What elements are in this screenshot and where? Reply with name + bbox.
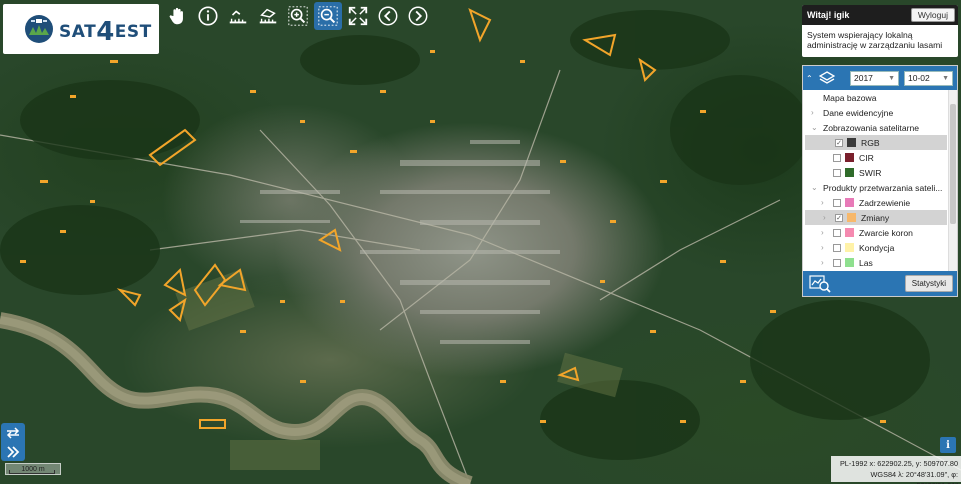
layer-checkbox[interactable]	[833, 153, 841, 162]
statistics-search-icon[interactable]	[809, 274, 831, 293]
satellite-globe-icon	[25, 15, 53, 43]
layer-checkbox[interactable]: ✓	[835, 213, 843, 222]
layer-color-swatch	[847, 213, 856, 222]
layer-tree-item[interactable]: ⌄ Zobrazowania satelitarne	[803, 120, 949, 135]
layer-tree-item[interactable]: › Kondycja	[803, 240, 949, 255]
map-toolbar	[164, 2, 432, 30]
chevron-right-icon[interactable]: ›	[821, 228, 833, 237]
layer-checkbox[interactable]	[833, 198, 841, 207]
layer-checkbox[interactable]	[833, 258, 841, 267]
user-greeting: Witaj! igik	[807, 10, 850, 20]
measure-area-button[interactable]	[254, 2, 282, 30]
layer-color-swatch	[845, 258, 854, 267]
layer-label: CIR	[859, 152, 874, 163]
layer-tree-item[interactable]: ⌄ Produkty przetwarzania sateli...	[803, 180, 949, 195]
zoom-out-button[interactable]	[314, 2, 342, 30]
layers-panel-footer: Statystyki	[803, 271, 957, 296]
hand-icon	[169, 7, 183, 25]
layer-tree-item[interactable]: › ✓ Zmiany	[805, 210, 947, 225]
zoom-in-button[interactable]	[284, 2, 312, 30]
chevron-right-icon[interactable]: ›	[823, 213, 835, 222]
layer-label: Kondycja	[859, 242, 895, 253]
layers-panel: ⌃ 2017 ▼ 10-02 ▼ Mapa bazowa › Dane ewidency…	[802, 65, 958, 297]
statistics-button[interactable]: Statystyki	[904, 275, 953, 292]
date-select[interactable]: 10-02 ▼	[904, 70, 953, 86]
layers-stack-icon	[819, 71, 835, 84]
layer-tree-item[interactable]: › Las	[803, 255, 949, 270]
chevron-down-icon[interactable]: ⌄	[811, 183, 823, 192]
layer-checkbox[interactable]	[833, 243, 841, 252]
scale-bar	[9, 470, 55, 474]
logo-wordmark: SAT4EST	[59, 17, 152, 47]
chevron-down-icon: ▼	[888, 74, 895, 82]
layer-tree-item[interactable]: CIR	[803, 150, 949, 165]
scrollbar-thumb[interactable]	[950, 104, 956, 224]
user-panel-header: Witaj! igik Wyloguj	[802, 5, 958, 25]
layer-color-swatch	[845, 198, 854, 207]
layers-panel-header: ⌃ 2017 ▼ 10-02 ▼	[803, 66, 957, 90]
layer-label: Zmiany	[861, 212, 890, 223]
ruler-line-icon	[229, 10, 247, 24]
layer-label: Dane ewidencyjne	[823, 107, 894, 118]
layer-label: Zadrzewienie	[859, 197, 911, 208]
layer-checkbox[interactable]	[833, 228, 841, 237]
chevron-right-icon[interactable]: ›	[821, 198, 833, 207]
layer-tree: Mapa bazowa › Dane ewidencyjne ⌄ Zobrazowani…	[803, 90, 949, 273]
layer-color-swatch	[845, 153, 854, 162]
layer-tree-item[interactable]: SWIR	[803, 165, 949, 180]
swap-arrows-icon[interactable]	[5, 426, 21, 439]
double-chevron-right-icon[interactable]	[6, 445, 20, 458]
measure-distance-button[interactable]	[224, 2, 252, 30]
coordinates-pl1992: PL-1992 x: 622902.25, y: 509707.80	[839, 459, 958, 468]
app-logo: SAT4EST	[3, 4, 159, 54]
coordinates-wgs84: WGS84 λ: 20°48'31.09", φ: 52°26'21.91"	[870, 470, 958, 484]
arrow-right-circle-icon	[408, 6, 428, 26]
chevron-down-icon: ▼	[942, 74, 949, 82]
layer-tree-scrollbar[interactable]	[948, 90, 957, 273]
layer-tree-item[interactable]: Mapa bazowa	[803, 90, 949, 105]
layer-color-swatch	[845, 243, 854, 252]
layer-label: SWIR	[859, 167, 882, 178]
previous-extent-button[interactable]	[374, 2, 402, 30]
info-tool-button[interactable]	[194, 2, 222, 30]
coordinates-readout: PL-1992 x: 622902.25, y: 509707.80 WGS84…	[831, 456, 961, 484]
collapse-chevron-icon[interactable]: ⌃	[806, 74, 816, 83]
layer-label: Zobrazowania satelitarne	[823, 122, 920, 133]
chevron-right-icon[interactable]: ›	[821, 258, 833, 267]
info-circle-icon	[198, 6, 218, 26]
pan-tool-button[interactable]	[164, 2, 192, 30]
layer-label: Zwarcie koron	[859, 227, 913, 238]
layer-checkbox[interactable]	[833, 168, 841, 177]
layer-tree-item[interactable]: › Zwarcie koron	[803, 225, 949, 240]
logout-button[interactable]: Wyloguj	[910, 8, 955, 22]
layer-tree-item[interactable]: ✓ RGB	[805, 135, 947, 150]
layer-color-swatch	[845, 168, 854, 177]
layer-color-swatch	[845, 228, 854, 237]
layer-label: Produkty przetwarzania sateli...	[823, 182, 943, 193]
chevron-right-icon[interactable]: ›	[821, 243, 833, 252]
full-extent-button[interactable]	[344, 2, 372, 30]
layer-color-swatch	[847, 138, 856, 147]
zoom-out-icon	[318, 6, 338, 26]
user-panel: Witaj! igik Wyloguj System wspierający l…	[802, 5, 958, 57]
chevron-down-icon[interactable]: ⌄	[811, 123, 823, 132]
layer-label: Mapa bazowa	[823, 92, 877, 103]
arrow-left-circle-icon	[378, 6, 398, 26]
layer-label: RGB	[861, 137, 880, 148]
system-description: System wspierający lokalną administrację…	[807, 30, 943, 50]
fullscreen-icon	[348, 6, 368, 26]
layer-tree-item[interactable]: › Zadrzewienie	[803, 195, 949, 210]
layer-tree-item[interactable]: › Dane ewidencyjne	[803, 105, 949, 120]
side-navigation-widget[interactable]	[1, 423, 25, 461]
zoom-in-icon	[288, 6, 308, 26]
layer-label: Las	[859, 257, 873, 268]
year-select[interactable]: 2017 ▼	[850, 70, 899, 86]
map-info-button[interactable]: i	[940, 437, 956, 453]
ruler-area-icon	[259, 8, 277, 24]
chevron-right-icon[interactable]: ›	[811, 108, 823, 117]
layer-checkbox[interactable]: ✓	[835, 138, 843, 147]
next-extent-button[interactable]	[404, 2, 432, 30]
